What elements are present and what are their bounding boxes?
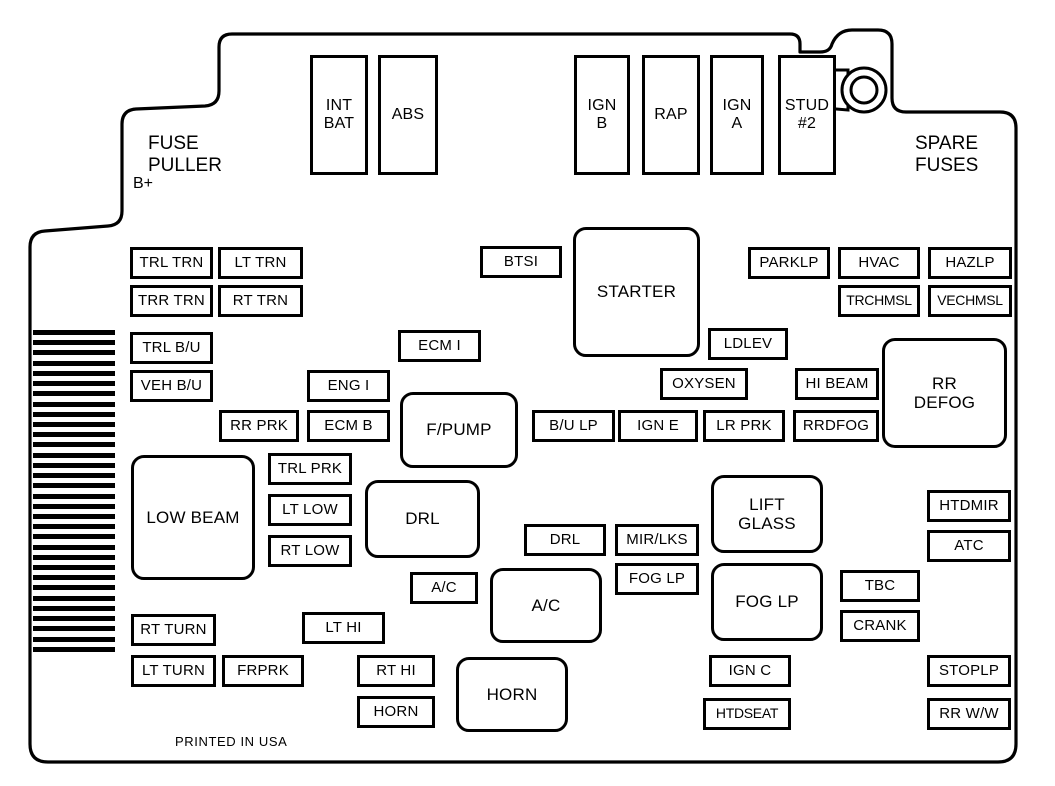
maxifuse-abs[interactable]: ABS (378, 55, 438, 175)
fuse-tbc[interactable]: TBC (840, 570, 920, 602)
fuse-lr-prk[interactable]: LR PRK (703, 410, 785, 442)
maxifuse-ign-b[interactable]: IGN B (574, 55, 630, 175)
fuse-rt-low[interactable]: RT LOW (268, 535, 352, 567)
spare-fuse-comb-bar (33, 513, 115, 519)
fuse-lt-turn[interactable]: LT TURN (131, 655, 216, 687)
fuse-block-diagram: INT BAT ABS IGN B RAP IGN A STUD #2 TRL TRN LT … (0, 0, 1055, 786)
spare-fuse-comb (33, 330, 115, 652)
relay-f-pump[interactable]: F/PUMP (400, 392, 518, 468)
fuse-trl-prk[interactable]: TRL PRK (268, 453, 352, 485)
relay-horn[interactable]: HORN (456, 657, 568, 732)
fuse-horn[interactable]: HORN (357, 696, 435, 728)
spare-fuse-comb-bar (33, 565, 115, 571)
fuse-trl-trn[interactable]: TRL TRN (130, 247, 213, 279)
spare-fuse-comb-bar (33, 350, 115, 356)
relay-starter[interactable]: STARTER (573, 227, 700, 357)
relay-fog-lp[interactable]: FOG LP (711, 563, 823, 641)
fuse-rr-ww[interactable]: RR W/W (927, 698, 1011, 730)
fuse-btsi[interactable]: BTSI (480, 246, 562, 278)
fuse-ign-e[interactable]: IGN E (618, 410, 698, 442)
fuse-parklp[interactable]: PARKLP (748, 247, 830, 279)
spare-fuse-comb-bar (33, 503, 115, 509)
spare-fuse-comb-bar (33, 524, 115, 530)
spare-fuse-comb-bar (33, 391, 115, 397)
spare-fuse-comb-bar (33, 616, 115, 622)
maxifuse-rap[interactable]: RAP (642, 55, 700, 175)
fuse-ecm-i[interactable]: ECM I (398, 330, 481, 362)
spare-fuse-comb-bar (33, 370, 115, 376)
fuse-rrdfog[interactable]: RRDFOG (793, 410, 879, 442)
fuse-htdseat[interactable]: HTDSEAT (703, 698, 791, 730)
spare-fuse-comb-bar (33, 585, 115, 591)
maxifuse-ign-a[interactable]: IGN A (710, 55, 764, 175)
spare-fuse-comb-bar (33, 401, 115, 407)
fuse-ign-c[interactable]: IGN C (709, 655, 791, 687)
relay-rr-defog[interactable]: RR DEFOG (882, 338, 1007, 448)
spare-fuse-comb-bar (33, 330, 115, 335)
fuse-trl-bu[interactable]: TRL B/U (130, 332, 213, 364)
spare-fuse-comb-bar (33, 462, 115, 468)
fuse-puller-label: FUSE PULLER (148, 133, 222, 177)
fuse-stoplp[interactable]: STOPLP (927, 655, 1011, 687)
spare-fuse-comb-bar (33, 340, 115, 346)
fuse-ldlev[interactable]: LDLEV (708, 328, 788, 360)
fuse-rt-turn[interactable]: RT TURN (131, 614, 216, 646)
spare-fuse-comb-bar (33, 442, 115, 448)
fuse-atc[interactable]: ATC (927, 530, 1011, 562)
spare-fuse-comb-bar (33, 605, 115, 611)
fuse-rt-trn[interactable]: RT TRN (218, 285, 303, 317)
spare-fuse-comb-bar (33, 646, 115, 652)
printed-in-usa-label: PRINTED IN USA (175, 734, 288, 749)
fuse-trr-trn[interactable]: TRR TRN (130, 285, 213, 317)
fuse-hvac[interactable]: HVAC (838, 247, 920, 279)
fuse-veh-bu[interactable]: VEH B/U (130, 370, 213, 402)
maxifuse-stud-2[interactable]: STUD #2 (778, 55, 836, 175)
spare-fuse-comb-bar (33, 626, 115, 632)
fuse-ac-small[interactable]: A/C (410, 572, 478, 604)
spare-fuse-comb-bar (33, 432, 115, 438)
spare-fuse-comb-bar (33, 544, 115, 550)
spare-fuses-label: SPARE FUSES (915, 133, 979, 177)
fuse-ecm-b[interactable]: ECM B (307, 410, 390, 442)
spare-fuse-comb-bar (33, 473, 115, 479)
spare-fuse-comb-bar (33, 636, 115, 642)
spare-fuse-comb-bar (33, 411, 115, 417)
fuse-frprk[interactable]: FRPRK (222, 655, 304, 687)
fuse-bu-lp[interactable]: B/U LP (532, 410, 615, 442)
spare-fuse-comb-bar (33, 595, 115, 601)
spare-fuse-comb-bar (33, 421, 115, 427)
fuse-crank[interactable]: CRANK (840, 610, 920, 642)
fuse-htdmir[interactable]: HTDMIR (927, 490, 1011, 522)
relay-ac[interactable]: A/C (490, 568, 602, 643)
fuse-hi-beam[interactable]: HI BEAM (795, 368, 879, 400)
spare-fuse-comb-bar (33, 534, 115, 540)
fuse-lt-trn[interactable]: LT TRN (218, 247, 303, 279)
fuse-hazlp[interactable]: HAZLP (928, 247, 1012, 279)
spare-fuse-comb-bar (33, 483, 115, 489)
maxifuse-int-bat[interactable]: INT BAT (310, 55, 368, 175)
relay-lift-glass[interactable]: LIFT GLASS (711, 475, 823, 553)
spare-fuse-comb-bar (33, 554, 115, 560)
fuse-rr-prk[interactable]: RR PRK (219, 410, 299, 442)
fuse-mir-lks[interactable]: MIR/LKS (615, 524, 699, 556)
relay-drl[interactable]: DRL (365, 480, 480, 558)
relay-low-beam[interactable]: LOW BEAM (131, 455, 255, 580)
spare-fuse-comb-bar (33, 452, 115, 458)
fuse-lt-hi[interactable]: LT HI (302, 612, 385, 644)
b-plus-label: B+ (133, 175, 154, 192)
spare-fuse-comb-bar (33, 360, 115, 366)
fuse-oxysen[interactable]: OXYSEN (660, 368, 748, 400)
fuse-rt-hi[interactable]: RT HI (357, 655, 435, 687)
spare-fuse-comb-bar (33, 493, 115, 499)
spare-fuse-comb-bar (33, 575, 115, 581)
fuse-trchmsl[interactable]: TRCHMSL (838, 285, 920, 317)
fuse-drl[interactable]: DRL (524, 524, 606, 556)
fuse-vechmsl[interactable]: VECHMSL (928, 285, 1012, 317)
spare-fuse-comb-bar (33, 381, 115, 387)
fuse-fog-lp[interactable]: FOG LP (615, 563, 699, 595)
fuse-lt-low[interactable]: LT LOW (268, 494, 352, 526)
fuse-eng-i[interactable]: ENG I (307, 370, 390, 402)
